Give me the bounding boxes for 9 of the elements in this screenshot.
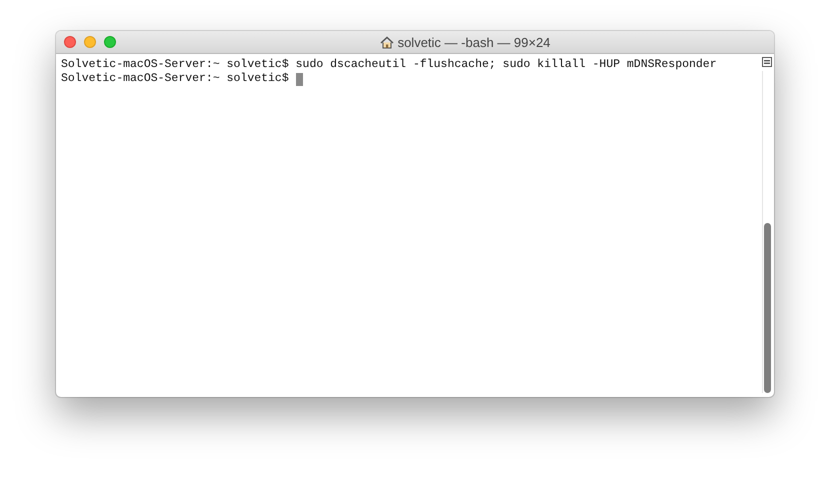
split-view-icon[interactable] [762,57,772,67]
scrollbar-thumb[interactable] [764,223,770,393]
zoom-button[interactable] [104,36,116,48]
home-icon [380,36,394,48]
close-button[interactable] [64,36,76,48]
minimize-button[interactable] [84,36,96,48]
terminal-line: Solvetic-macOS-Server:~ solvetic$ sudo dscacheutil -flushcache; sudo killall -HUP mDNSResponder [61,58,717,72]
terminal-line: Solvetic-macOS-Server:~ solvetic$ [61,72,290,86]
window-title: solvetic — -bash — 99×24 [398,34,550,50]
